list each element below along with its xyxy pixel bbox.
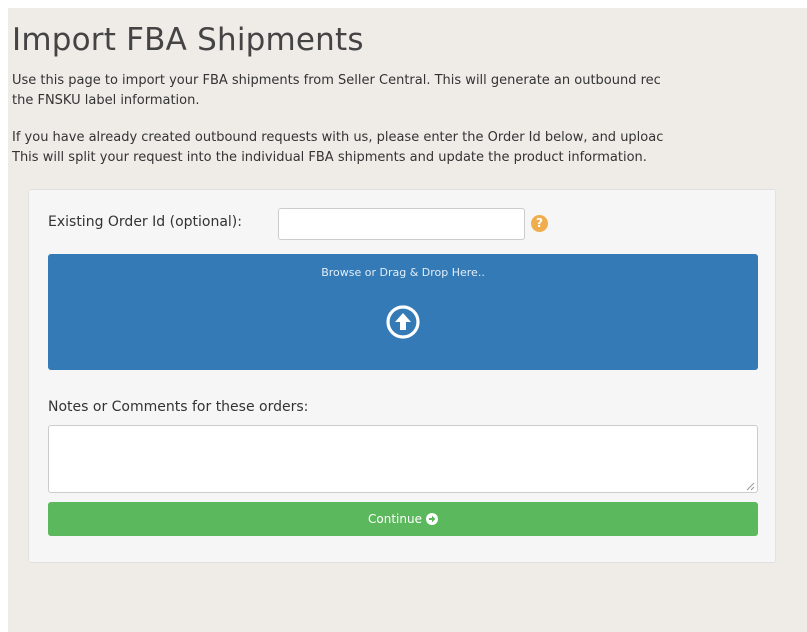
- notes-label: Notes or Comments for these orders:: [48, 399, 309, 415]
- continue-button[interactable]: Continue: [48, 502, 758, 536]
- intro-paragraph-existing-orders: If you have already created outbound req…: [12, 128, 663, 168]
- arrow-right-circle-icon: [425, 513, 438, 525]
- import-form-panel: Existing Order Id (optional): ? Browse o…: [28, 189, 776, 563]
- intro-paragraph-import: Use this page to import your FBA shipmen…: [12, 71, 661, 111]
- page-container: Import FBA Shipments Use this page to im…: [8, 8, 807, 632]
- page-title: Import FBA Shipments: [12, 22, 364, 58]
- resize-grip-icon[interactable]: [746, 482, 755, 491]
- dropzone-text: Browse or Drag & Drop Here..: [321, 266, 485, 279]
- intro-line: the FNSKU label information.: [12, 93, 200, 108]
- intro-line: If you have already created outbound req…: [12, 130, 664, 145]
- order-id-label: Existing Order Id (optional):: [48, 214, 242, 230]
- order-id-input[interactable]: [278, 208, 525, 240]
- continue-button-label: Continue: [368, 512, 422, 526]
- arrow-up-circle-icon: [386, 305, 420, 339]
- notes-textarea[interactable]: [48, 425, 758, 493]
- help-icon[interactable]: ?: [531, 215, 548, 232]
- file-dropzone[interactable]: Browse or Drag & Drop Here..: [48, 254, 758, 370]
- intro-line: Use this page to import your FBA shipmen…: [12, 73, 661, 88]
- intro-line: This will split your request into the in…: [12, 150, 647, 165]
